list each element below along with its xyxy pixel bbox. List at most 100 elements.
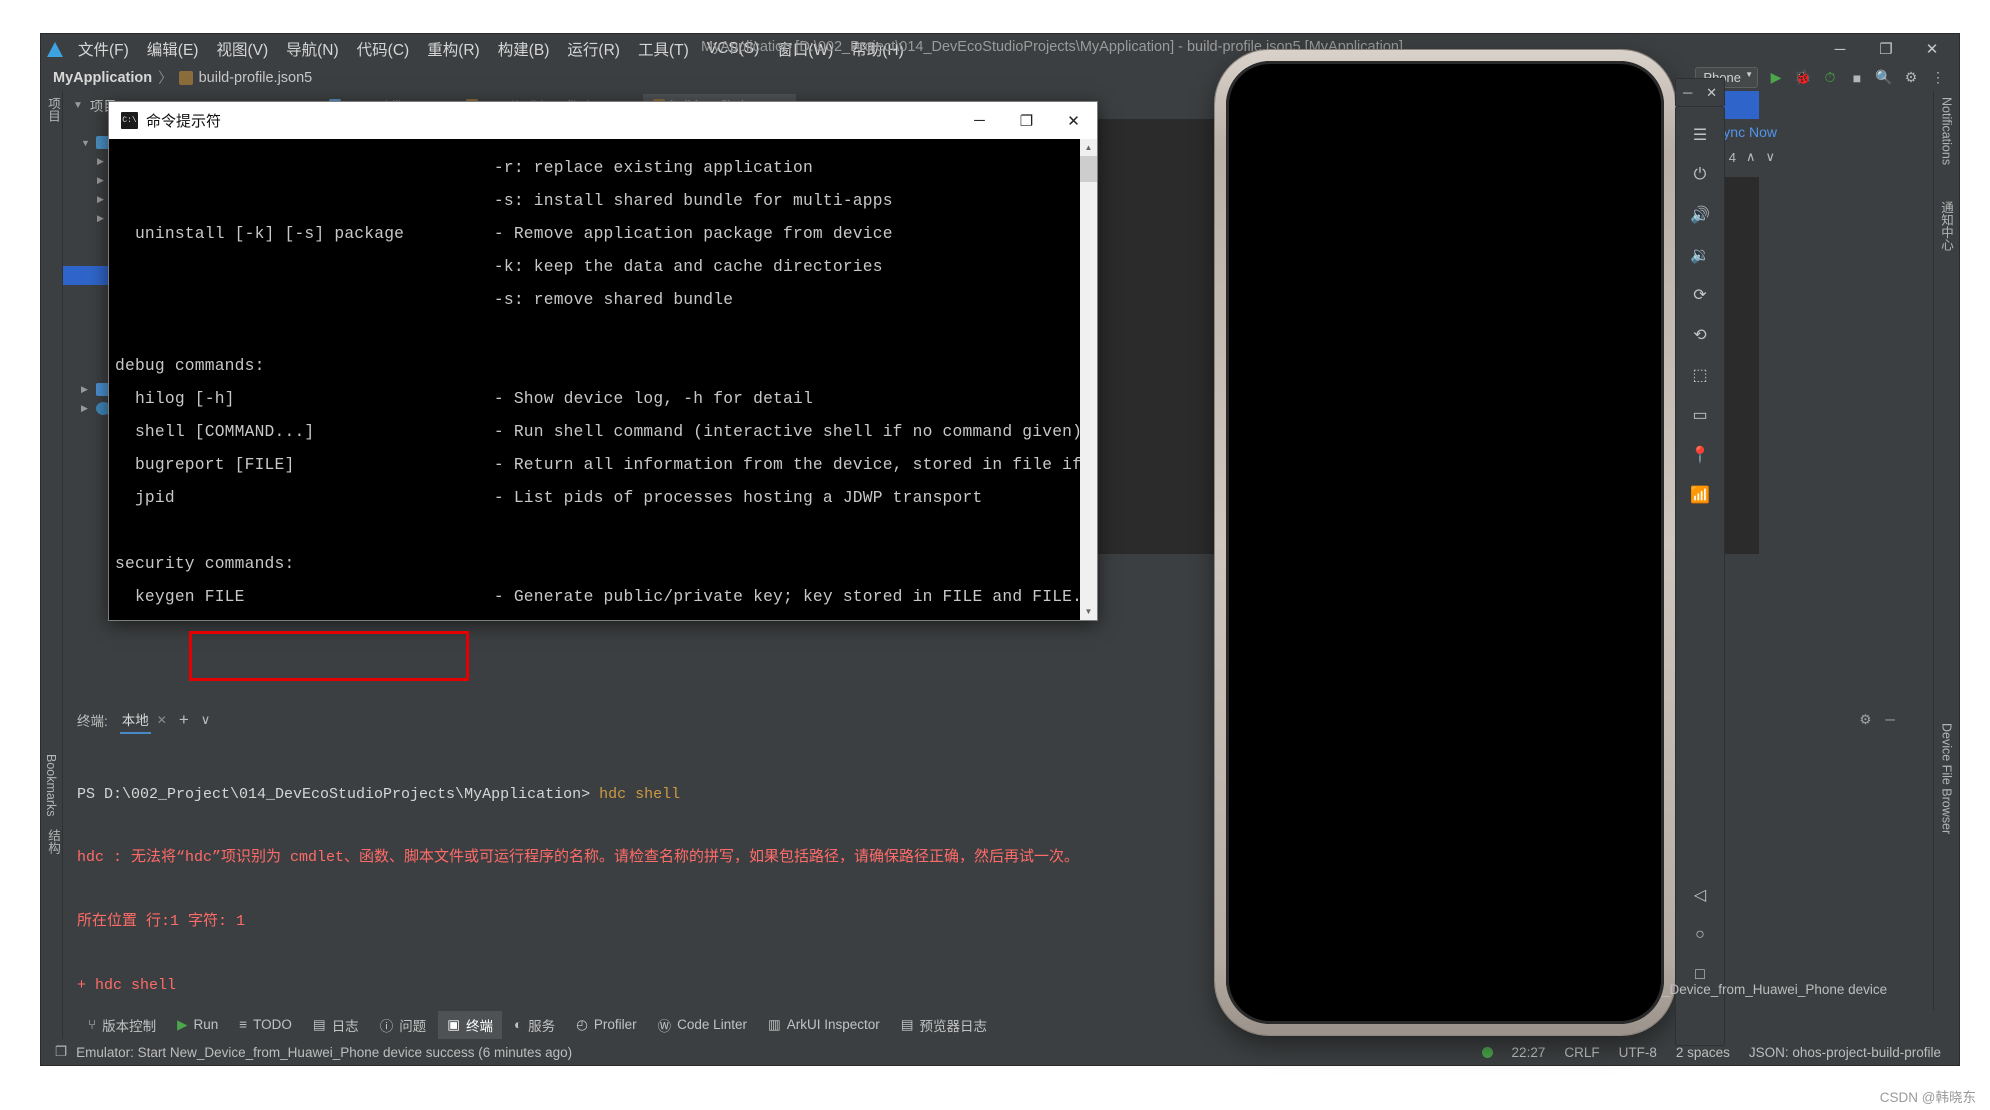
scroll-up-icon[interactable]: ▲ <box>1080 139 1097 156</box>
cmd-line: debug commands: <box>115 358 1080 375</box>
status-schema[interactable]: JSON: ohos-project-build-profile <box>1749 1045 1941 1060</box>
wifi-icon[interactable]: 📶 <box>1678 475 1722 515</box>
menu-item-refactor[interactable]: 重构(R) <box>418 35 489 63</box>
menu-item-build[interactable]: 构建(B) <box>489 35 559 63</box>
chevron-right-icon[interactable]: ▶ <box>97 194 107 205</box>
volume-up-icon[interactable]: 🔊 <box>1678 195 1722 235</box>
window-controls: ─ ❐ ✕ <box>1817 34 1955 64</box>
back-icon[interactable]: ◁ <box>1678 875 1722 915</box>
menu-item-code[interactable]: 代码(C) <box>348 35 419 63</box>
tool-button-arkui-inspector[interactable]: ▥ ArkUI Inspector <box>759 1013 889 1037</box>
status-line-separator[interactable]: CRLF <box>1564 1045 1599 1060</box>
chevron-down-icon[interactable]: ▼ <box>81 138 91 148</box>
status-message-icon: ❐ <box>55 1044 67 1060</box>
close-button[interactable]: ✕ <box>1706 85 1717 101</box>
debug-icon[interactable]: 🐞 <box>1794 69 1812 87</box>
screen-record-icon[interactable]: ▭ <box>1678 395 1722 435</box>
right-strip-label-device-file-browser[interactable]: Device File Browser <box>1937 717 1957 840</box>
terminal-panel-tools: ⚙ ─ <box>1859 712 1907 728</box>
power-icon[interactable]: ⏻ <box>1678 155 1722 195</box>
branch-icon: ⑂ <box>88 1017 96 1032</box>
emulator-screen[interactable] <box>1226 61 1664 1024</box>
profile-icon[interactable]: ⏱ <box>1821 69 1839 87</box>
close-button[interactable]: ✕ <box>1909 34 1955 64</box>
cmd-line: keygen FILE - Generate public/private ke… <box>115 589 1080 606</box>
scroll-down-icon[interactable]: ▼ <box>1080 603 1097 620</box>
tool-button-run[interactable]: ▶ Run <box>168 1013 227 1037</box>
prev-icon[interactable]: ∧ <box>1746 149 1756 165</box>
tool-button-profiler[interactable]: ◴ Profiler <box>567 1013 646 1037</box>
preview-log-icon: ▤ <box>901 1017 914 1033</box>
menu-icon[interactable]: ☰ <box>1678 115 1722 155</box>
command-prompt-output[interactable]: -r: replace existing application -s: ins… <box>109 139 1080 620</box>
tool-button-label: Code Linter <box>677 1017 747 1032</box>
warning-count: 4 <box>1729 150 1736 165</box>
tool-button-problems[interactable]: ⓘ 问题 <box>371 1011 436 1039</box>
menu-item-tools[interactable]: 工具(T) <box>629 35 698 63</box>
left-strip-label-bookmarks[interactable]: Bookmarks <box>41 748 61 823</box>
emulator-phone-frame <box>1215 50 1675 1035</box>
chevron-right-icon[interactable]: ▶ <box>97 213 107 224</box>
location-icon[interactable]: 📍 <box>1678 435 1722 475</box>
cmd-icon: C:\ <box>121 112 138 129</box>
right-strip-label-notifications[interactable]: Notifications <box>1937 91 1957 171</box>
maximize-button[interactable]: ❐ <box>1003 102 1050 139</box>
tool-button-terminal[interactable]: ▣ 终端 <box>438 1011 502 1039</box>
menu-item-file[interactable]: 文件(F) <box>69 35 138 63</box>
terminal-tab-local[interactable]: 本地 <box>120 706 151 734</box>
minimize-icon[interactable]: ─ <box>1885 712 1895 728</box>
menu-item-navigate[interactable]: 导航(N) <box>277 35 348 63</box>
breadcrumb-file[interactable]: build-profile.json5 <box>199 70 313 86</box>
close-button[interactable]: ✕ <box>1050 102 1097 139</box>
home-icon[interactable]: ○ <box>1678 915 1722 955</box>
tool-button-version-control[interactable]: ⑂ 版本控制 <box>79 1011 165 1039</box>
tool-button-services[interactable]: ◐ 服务 <box>505 1011 564 1039</box>
breadcrumb-project[interactable]: MyApplication <box>53 70 152 86</box>
add-terminal-icon[interactable]: + <box>179 710 189 730</box>
chevron-right-icon[interactable]: ▶ <box>97 156 107 167</box>
run-icon[interactable]: ▶ <box>1767 69 1785 87</box>
tool-button-label: Profiler <box>594 1017 637 1032</box>
chevron-right-icon[interactable]: ▶ <box>81 403 91 414</box>
volume-down-icon[interactable]: 🔉 <box>1678 235 1722 275</box>
right-strip-label-notification-center[interactable]: 通知中心 <box>1934 195 1959 257</box>
status-indent[interactable]: 2 spaces <box>1676 1045 1730 1060</box>
minimize-button[interactable]: ─ <box>1683 85 1692 100</box>
rotate-left-icon[interactable]: ⟳ <box>1678 275 1722 315</box>
tool-button-code-linter[interactable]: Ⓦ Code Linter <box>649 1011 756 1039</box>
cmd-line: hilog [-h] - Show device log, -h for det… <box>115 391 1080 408</box>
tool-button-previewer-log[interactable]: ▤ 预览器日志 <box>892 1011 996 1039</box>
menu-item-view[interactable]: 视图(V) <box>207 35 277 63</box>
chevron-down-icon[interactable]: ∨ <box>201 712 211 728</box>
next-icon[interactable]: ∨ <box>1765 149 1775 165</box>
status-message[interactable]: Emulator: Start New_Device_from_Huawei_P… <box>76 1045 572 1060</box>
chevron-right-icon[interactable]: ▶ <box>97 175 107 186</box>
tool-button-label: TODO <box>253 1017 292 1032</box>
screen-root: 文件(F) 编辑(E) 视图(V) 导航(N) 代码(C) 重构(R) 构建(B… <box>0 0 1990 1110</box>
minimize-button[interactable]: ─ <box>1817 34 1863 64</box>
search-icon[interactable]: 🔍 <box>1875 69 1893 87</box>
command-prompt-scrollbar[interactable]: ▲ ▼ <box>1080 139 1097 620</box>
cmd-line: jpid - List pids of processes hosting a … <box>115 490 1080 507</box>
menu-item-run[interactable]: 运行(R) <box>558 35 629 63</box>
status-encoding[interactable]: UTF-8 <box>1619 1045 1657 1060</box>
emulator-toolbar: ☰ ⏻ 🔊 🔉 ⟳ ⟲ ⬚ ▭ 📍 📶 ◁ ○ □ <box>1675 106 1725 1046</box>
rotate-right-icon[interactable]: ⟲ <box>1678 315 1722 355</box>
scrollbar-thumb[interactable] <box>1080 156 1097 182</box>
cmd-line: uninstall [-k] [-s] package - Remove app… <box>115 226 1080 243</box>
maximize-button[interactable]: ❐ <box>1863 34 1909 64</box>
tool-button-logs[interactable]: ▤ 日志 <box>304 1011 368 1039</box>
gear-icon[interactable]: ⚙ <box>1902 69 1920 87</box>
minimize-button[interactable]: ─ <box>956 102 1003 139</box>
more-options-icon[interactable]: ⋮ <box>1929 69 1947 87</box>
status-indicator-dot <box>1482 1047 1493 1058</box>
chevron-right-icon[interactable]: ▶ <box>81 384 91 395</box>
command-prompt-window[interactable]: C:\ 命令提示符 ─ ❐ ✕ -r: replace existing app… <box>108 101 1098 621</box>
gear-icon[interactable]: ⚙ <box>1859 712 1871 728</box>
stop-icon[interactable]: ■ <box>1848 69 1866 87</box>
status-time: 22:27 <box>1512 1045 1546 1060</box>
menu-item-edit[interactable]: 编辑(E) <box>138 35 208 63</box>
tool-button-todo[interactable]: ≡ TODO <box>230 1013 301 1036</box>
close-icon[interactable]: ✕ <box>157 713 167 727</box>
screenshot-icon[interactable]: ⬚ <box>1678 355 1722 395</box>
